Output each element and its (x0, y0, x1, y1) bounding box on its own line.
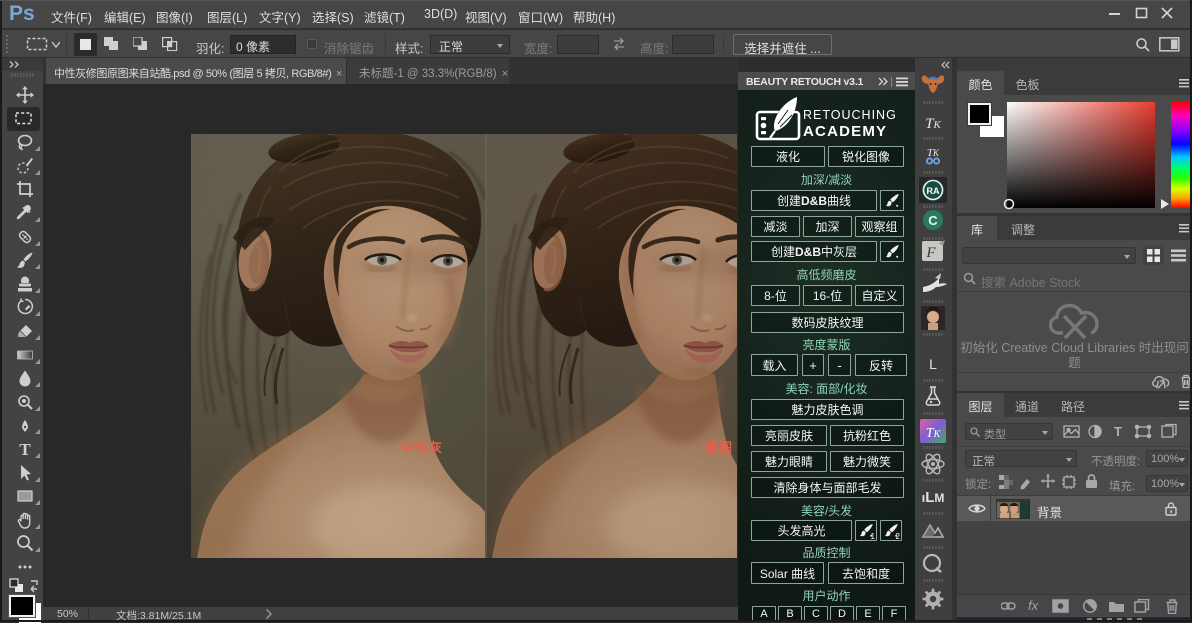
svg-text:TK: TK (927, 147, 940, 159)
svg-text:原图: 原图 (705, 440, 733, 455)
svg-text:TK: TK (925, 116, 941, 132)
svg-text:T: T (1114, 424, 1122, 439)
svg-text:C: C (928, 213, 938, 228)
svg-text:ıLM: ıLM (922, 489, 945, 506)
svg-text:fx: fx (1028, 599, 1039, 613)
svg-text:RA: RA (927, 186, 940, 196)
svg-text:F: F (925, 245, 936, 261)
svg-text:T: T (19, 440, 31, 458)
svg-text:ACADEMY: ACADEMY (803, 123, 887, 140)
svg-text:中性灰: 中性灰 (401, 440, 443, 455)
svg-text:L: L (929, 356, 937, 372)
svg-text:RETOUCHING: RETOUCHING (803, 108, 897, 122)
svg-text:TK: TK (926, 426, 942, 441)
